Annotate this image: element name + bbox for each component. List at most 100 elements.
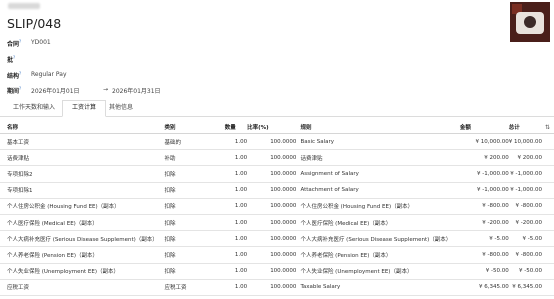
table-row[interactable]: 个人医疗保险 (Medical EE)（副本） 扣除 1.00 100.0000… <box>0 214 554 232</box>
cell-category: 扣除 <box>164 214 225 232</box>
cell-rule: 个人大病补充医疗 (Serious Disease Supplement)（副本… <box>296 230 460 248</box>
cell-quantity: 1.00 <box>224 214 248 232</box>
cell-category: 扣除 <box>164 263 225 280</box>
col-header-category[interactable]: 类别 <box>164 120 225 134</box>
cell-total: ¥ -1,000.00 <box>508 182 554 199</box>
table-row[interactable]: 话费津贴 补助 1.00 100.0000 话费津贴 ¥ 200.00 ¥ 20… <box>0 149 554 167</box>
cell-category: 扣除 <box>164 165 225 183</box>
cell-rate: 100.0000 <box>247 279 297 296</box>
column-settings-icon[interactable]: ⇅ <box>545 124 550 131</box>
table-row[interactable]: 个人失业保险 (Unemployment EE)（副本） 扣除 1.00 100… <box>0 263 554 280</box>
cell-name: 专项扣除1 <box>0 182 165 199</box>
tab-bar: 工作天数和输入 工资计算 其他信息 <box>0 100 554 117</box>
cell-rule: Taxable Salary <box>296 279 460 296</box>
cell-quantity: 1.00 <box>224 165 248 183</box>
cell-rule: 个人住房公积金 (Housing Fund EE)（副本） <box>296 198 460 215</box>
cell-amount: ¥ 200.00 <box>459 149 509 167</box>
employee-avatar[interactable] <box>510 2 550 42</box>
cell-amount: ¥ -200.00 <box>459 214 509 232</box>
cell-rate: 100.0000 <box>247 182 297 199</box>
tab-salary-computation[interactable]: 工资计算 <box>62 100 106 117</box>
cell-quantity: 1.00 <box>224 279 248 296</box>
period-from[interactable]: 2026年01月01日 <box>31 86 80 95</box>
cell-quantity: 1.00 <box>224 198 248 215</box>
cell-amount: ¥ -50.00 <box>459 263 509 280</box>
cell-name: 话费津贴 <box>0 149 165 167</box>
cell-rate: 100.0000 <box>247 246 297 264</box>
cell-rate: 100.0000 <box>247 230 297 248</box>
cell-quantity: 1.00 <box>224 230 248 248</box>
cell-amount: ¥ 10,000.00 <box>459 133 509 151</box>
table-header-row: 名称 类别 数量 比率(%) 规则 金额 总计 <box>0 120 554 134</box>
period-label: 期间? <box>7 86 22 95</box>
cell-quantity: 1.00 <box>224 246 248 264</box>
cell-category: 扣除 <box>164 198 225 215</box>
cell-quantity: 1.00 <box>224 182 248 199</box>
cell-total: ¥ -800.00 <box>508 246 554 264</box>
table-row[interactable]: 专项扣除1 扣除 1.00 100.0000 Attachment of Sal… <box>0 182 554 199</box>
contract-label: 合同? <box>7 39 22 48</box>
blurred-breadcrumb <box>8 3 40 9</box>
cell-name: 应税工资 <box>0 279 165 296</box>
col-header-amount[interactable]: 金额 <box>459 120 509 134</box>
cell-rule: 个人医疗保险 (Medical EE)（副本） <box>296 214 460 232</box>
table-row[interactable]: 应税工资 应税工资 1.00 100.0000 Taxable Salary ¥… <box>0 279 554 296</box>
tab-other-info[interactable]: 其他信息 <box>105 101 137 115</box>
cell-total: ¥ 6,345.00 <box>508 279 554 296</box>
cell-category: 补助 <box>164 149 225 167</box>
tab-worked-days-inputs[interactable]: 工作天数和输入 <box>7 101 61 115</box>
structure-label: 结构? <box>7 71 22 80</box>
cell-name: 个人医疗保险 (Medical EE)（副本） <box>0 214 165 232</box>
page-title: SLIP/048 <box>7 16 62 31</box>
salary-lines-table: 名称 类别 数量 比率(%) 规则 金额 总计 基本工资 基础的 1.00 10… <box>0 120 554 296</box>
cell-rule: 个人失业保险 (Unemployment EE)（副本） <box>296 263 460 280</box>
table-row[interactable]: 专项扣除2 扣除 1.00 100.0000 Assignment of Sal… <box>0 165 554 183</box>
cell-amount: ¥ -5.00 <box>459 230 509 248</box>
cell-rate: 100.0000 <box>247 198 297 215</box>
contract-value[interactable]: YD001 <box>31 39 51 46</box>
period-to[interactable]: 2026年01月31日 <box>112 86 161 95</box>
cell-amount: ¥ 6,345.00 <box>459 279 509 296</box>
cell-amount: ¥ -800.00 <box>459 246 509 264</box>
cell-name: 专项扣除2 <box>0 165 165 183</box>
cell-rule: Basic Salary <box>296 133 460 151</box>
col-header-rate[interactable]: 比率(%) <box>247 120 297 134</box>
structure-value[interactable]: Regular Pay <box>31 71 67 78</box>
cell-quantity: 1.00 <box>224 149 248 167</box>
cell-rule: 话费津贴 <box>296 149 460 167</box>
cell-rate: 100.0000 <box>247 214 297 232</box>
cell-total: ¥ 200.00 <box>508 149 554 167</box>
col-header-name[interactable]: 名称 <box>0 120 165 134</box>
cell-rate: 100.0000 <box>247 165 297 183</box>
cell-name: 个人大病补充医疗 (Serious Disease Supplement)（副本… <box>0 230 165 248</box>
batch-label: 批? <box>7 55 16 64</box>
cell-amount: ¥ -1,000.00 <box>459 165 509 183</box>
table-row[interactable]: 基本工资 基础的 1.00 100.0000 Basic Salary ¥ 10… <box>0 133 554 151</box>
cell-total: ¥ -50.00 <box>508 263 554 280</box>
cell-name: 个人养老保险 (Pension EE)（副本） <box>0 246 165 264</box>
arrow-right-icon: → <box>103 86 109 93</box>
cell-name: 基本工资 <box>0 133 165 151</box>
cell-rate: 100.0000 <box>247 263 297 280</box>
table-row[interactable]: 个人养老保险 (Pension EE)（副本） 扣除 1.00 100.0000… <box>0 246 554 264</box>
cell-total: ¥ 10,000.00 <box>508 133 554 151</box>
cell-quantity: 1.00 <box>224 263 248 280</box>
cell-total: ¥ -5.00 <box>508 230 554 248</box>
cell-total: ¥ -1,000.00 <box>508 165 554 183</box>
table-row[interactable]: 个人住房公积金 (Housing Fund EE)（副本） 扣除 1.00 10… <box>0 198 554 215</box>
cell-category: 基础的 <box>164 133 225 151</box>
cell-rule: Assignment of Salary <box>296 165 460 183</box>
cell-name: 个人失业保险 (Unemployment EE)（副本） <box>0 263 165 280</box>
col-header-quantity[interactable]: 数量 <box>224 120 248 134</box>
cell-quantity: 1.00 <box>224 133 248 151</box>
avatar-shape <box>524 16 536 28</box>
cell-total: ¥ -800.00 <box>508 198 554 215</box>
cell-category: 扣除 <box>164 230 225 248</box>
cell-category: 扣除 <box>164 182 225 199</box>
cell-rule: 个人养老保险 (Pension EE)（副本） <box>296 246 460 264</box>
table-row[interactable]: 个人大病补充医疗 (Serious Disease Supplement)（副本… <box>0 230 554 248</box>
cell-amount: ¥ -800.00 <box>459 198 509 215</box>
col-header-rule[interactable]: 规则 <box>296 120 460 134</box>
cell-category: 应税工资 <box>164 279 225 296</box>
cell-rate: 100.0000 <box>247 149 297 167</box>
